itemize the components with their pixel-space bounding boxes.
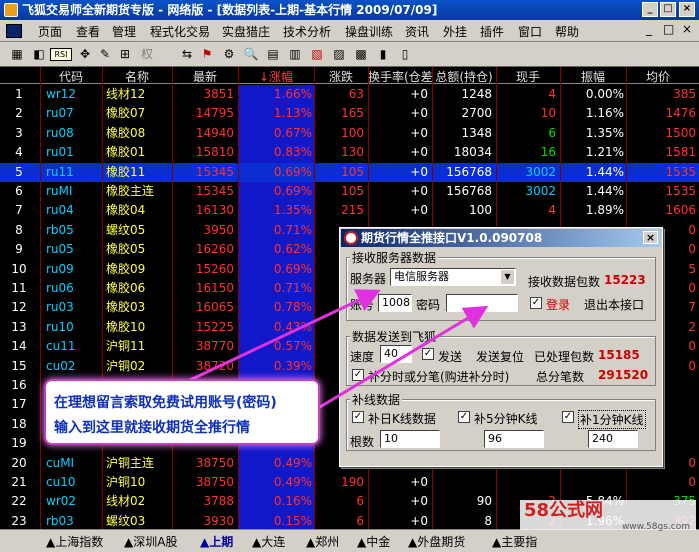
callout-line-1: 在理想留言索取免费试用账号(密码) <box>54 395 277 411</box>
callout-arrows <box>189 289 489 412</box>
callout-line-2: 输入到这里就接收期货全推行情 <box>54 420 250 436</box>
arrow-to-password <box>314 305 489 412</box>
instruction-callout: 在理想留言索取免费试用账号(密码) 输入到这里就接收期货全推行情 <box>44 379 320 445</box>
arrow-to-account <box>189 289 381 382</box>
